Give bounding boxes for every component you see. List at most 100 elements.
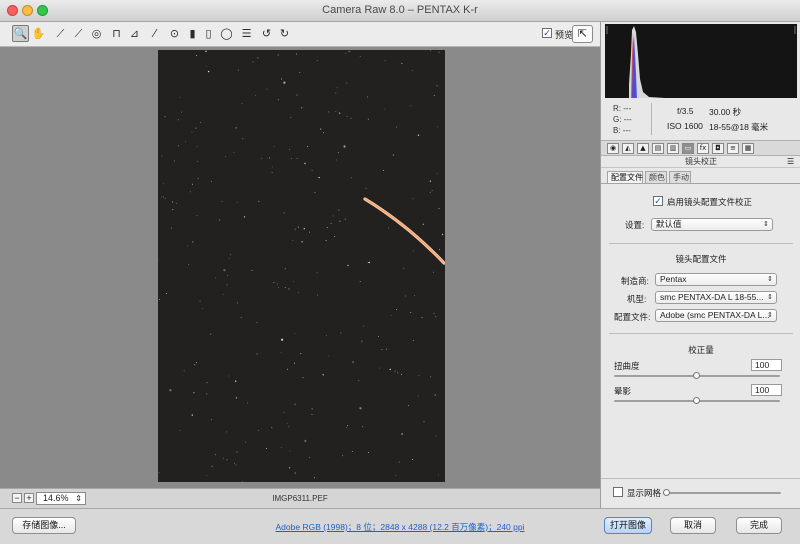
distortion-slider-thumb[interactable] [693, 372, 700, 379]
chevron-updown-icon: ⇕ [763, 221, 769, 228]
red-eye-tool[interactable]: ⊙ [166, 25, 183, 42]
camera-icon[interactable]: ◘ [712, 143, 724, 154]
r-value: --- [623, 104, 632, 113]
color-sampler-tool[interactable]: ⟋ [70, 25, 87, 42]
straighten-tool[interactable]: ⊿ [126, 25, 143, 42]
distortion-input[interactable]: 100 [751, 359, 782, 371]
detail-icon[interactable]: ▲ [637, 143, 649, 154]
meteor-trail-core [364, 198, 445, 264]
grid-size-slider-track[interactable] [663, 492, 781, 494]
setup-select[interactable]: 默认值 ⇕ [651, 218, 773, 231]
profile-value: Adobe (smc PENTAX-DA L... [660, 310, 770, 320]
readout-divider [651, 103, 652, 135]
white-balance-tool[interactable]: ⟋ [52, 25, 69, 42]
subtab-divider [601, 183, 800, 184]
divider [609, 243, 793, 244]
zoom-tool[interactable]: 🔍 [12, 25, 29, 42]
radial-filter-icon: ◯ [220, 27, 233, 40]
tone-curve-icon[interactable]: ◭ [622, 143, 634, 154]
brush-icon: ⁄ [153, 27, 156, 40]
photo-preview[interactable] [158, 50, 445, 482]
histogram [605, 24, 797, 98]
rotate-ccw-icon: ↺ [261, 27, 272, 40]
g-label: G: [613, 115, 622, 124]
vignetting-input[interactable]: 100 [751, 384, 782, 396]
aperture-icon[interactable]: ◉ [607, 143, 619, 154]
canvas-status-bar: − + 14.6% ⇕ IMGP6311.PEF [0, 488, 600, 508]
fullscreen-toggle-button[interactable]: ⇱ [572, 25, 593, 43]
model-label: 机型: [627, 294, 647, 304]
zoom-out-button[interactable]: − [12, 493, 22, 503]
targeted-adjustment-tool[interactable]: ◎ [88, 25, 105, 42]
iso-value: ISO 1600 [667, 121, 703, 131]
crop-tool[interactable]: ⊓ [108, 25, 125, 42]
profile-select[interactable]: Adobe (smc PENTAX-DA L... ⇕ [655, 309, 777, 322]
hand-icon: ✋ [31, 27, 46, 40]
rotate-left-tool[interactable]: ↺ [258, 25, 275, 42]
divider [601, 478, 800, 479]
radial-filter-tool[interactable]: ◯ [218, 25, 235, 42]
fx-icon[interactable]: fx [697, 143, 709, 154]
make-value: Pentax [660, 274, 687, 284]
lens-profile-heading: 镜头配置文件 [675, 254, 727, 264]
aperture-value: f/3.5 [677, 106, 694, 116]
snapshot-icon[interactable]: ▦ [742, 143, 754, 154]
lens-value: 18-55@18 毫米 [709, 122, 769, 132]
model-select[interactable]: smc PENTAX-DA L 18-55... ⇕ [655, 291, 777, 304]
vignetting-slider-thumb[interactable] [693, 397, 700, 404]
open-image-button[interactable]: 打开图像 [604, 517, 652, 534]
rotate-cw-icon: ↻ [279, 27, 290, 40]
presets-icon[interactable]: ≡ [727, 143, 739, 154]
eye-icon: ⊙ [169, 27, 180, 40]
bottom-bar: 存储图像... Adobe RGB (1998)；8 位；2848 x 4288… [0, 508, 800, 544]
hand-tool[interactable]: ✋ [30, 25, 47, 42]
brush-icon: ▮ [189, 27, 196, 40]
hsl-icon[interactable]: ▤ [652, 143, 664, 154]
straighten-icon: ⊿ [129, 27, 140, 40]
zoom-level-select[interactable]: 14.6% ⇕ [36, 492, 86, 505]
cancel-button[interactable]: 取消 [670, 517, 716, 534]
preview-checkbox[interactable]: ✓ [542, 28, 552, 38]
eyedropper-icon: ⟋ [56, 27, 65, 40]
graduated-filter-tool[interactable]: ▯ [200, 25, 217, 42]
section-title: 镜头校正 [601, 156, 800, 168]
enable-profile-label: 启用镜头配置文件校正 [667, 197, 753, 207]
subtab-manual[interactable]: 手动 [669, 171, 691, 183]
enable-profile-checkbox[interactable]: ✓ [653, 196, 663, 206]
fullscreen-icon: ⇱ [577, 28, 588, 40]
star-field-image [158, 50, 445, 482]
graduated-filter-icon: ▯ [205, 27, 212, 40]
shutter-value: 30.00 秒 [709, 107, 742, 117]
list-icon: ☰ [241, 27, 252, 40]
make-select[interactable]: Pentax ⇕ [655, 273, 777, 286]
image-canvas[interactable] [0, 47, 600, 488]
toolbar: 🔍 ✋ ⟋ ⟋ ◎ ⊓ ⊿ ⁄ ⊙ ▮ ▯ ◯ ☰ ↺ ↻ ✓ 预览 ⇱ [0, 22, 600, 47]
split-tone-icon[interactable]: ▥ [667, 143, 679, 154]
file-name: IMGP6311.PEF [272, 494, 328, 503]
panel-menu-icon[interactable]: ☰ [787, 157, 794, 166]
preferences-tool[interactable]: ☰ [238, 25, 255, 42]
profile-label: 配置文件: [614, 312, 651, 322]
chevron-updown-icon: ⇕ [75, 494, 82, 503]
adjustment-brush-tool[interactable]: ▮ [184, 25, 201, 42]
chevron-updown-icon: ⇕ [767, 294, 773, 301]
model-value: smc PENTAX-DA L 18-55... [660, 292, 764, 302]
subtab-color[interactable]: 颜色 [645, 171, 667, 183]
show-grid-checkbox[interactable]: ✓ [613, 487, 623, 497]
zoom-level-value: 14.6% [43, 493, 69, 503]
magnifier-icon: 🔍 [13, 27, 28, 40]
target-icon: ◎ [91, 27, 102, 40]
zoom-in-button[interactable]: + [24, 493, 34, 503]
rotate-right-tool[interactable]: ↻ [276, 25, 293, 42]
save-image-button[interactable]: 存储图像... [12, 517, 76, 534]
subtab-profile[interactable]: 配置文件 [607, 171, 643, 183]
panel-tab-strip: ◉ ◭ ▲ ▤ ▥ ▭ fx ◘ ≡ ▦ [601, 140, 800, 156]
grid-size-slider-thumb[interactable] [663, 489, 670, 496]
show-grid-label: 显示网格 [627, 488, 662, 498]
title-bar: Camera Raw 8.0 – PENTAX K-r [0, 0, 800, 22]
lens-icon[interactable]: ▭ [682, 143, 694, 154]
histogram-graph [606, 26, 796, 98]
spot-removal-tool[interactable]: ⁄ [146, 25, 163, 42]
workflow-options-link[interactable]: Adobe RGB (1998)；8 位；2848 x 4288 (12.2 百… [200, 521, 600, 533]
done-button[interactable]: 完成 [736, 517, 782, 534]
